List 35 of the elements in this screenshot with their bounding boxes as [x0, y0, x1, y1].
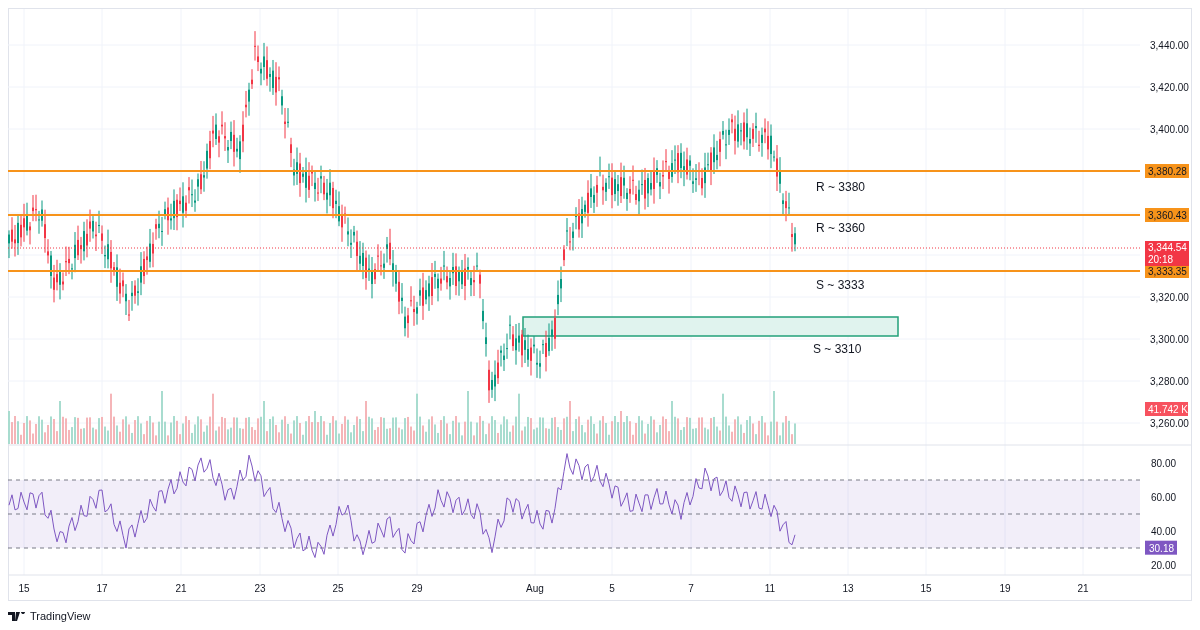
time-axis-label: Aug — [526, 583, 544, 594]
price-level-label: S ~ 3333 — [816, 278, 865, 292]
time-axis-label: 5 — [609, 583, 615, 594]
rsi-axis-label: 40.00 — [1151, 526, 1177, 537]
time-axis-label: 15 — [920, 583, 932, 594]
time-axis-label: 19 — [999, 583, 1011, 594]
time-axis-label: 11 — [764, 583, 776, 594]
price-axis-label: 3,300.00 — [1150, 334, 1189, 345]
price-axis-label: 3,440.00 — [1150, 40, 1189, 51]
time-axis-label: 21 — [175, 583, 187, 594]
time-axis-label: 25 — [332, 583, 344, 594]
time-axis-label: 7 — [688, 583, 694, 594]
price-level-label: R ~ 3380 — [816, 180, 866, 194]
volume-tag: 41.742 K — [1145, 402, 1189, 416]
price-axis-label: 3,420.00 — [1150, 82, 1189, 93]
price-level-tag: 3,360.43 — [1145, 208, 1189, 222]
price-axis-label: 3,400.00 — [1150, 124, 1189, 135]
price-level-tag: 3,380.28 — [1145, 164, 1189, 178]
time-axis-label: 13 — [842, 583, 854, 594]
rsi-axis-label: 20.00 — [1151, 560, 1177, 571]
time-axis-label: 15 — [18, 583, 30, 594]
zone-label: S ~ 3310 — [813, 342, 862, 356]
time-axis-label: 23 — [254, 583, 266, 594]
brand-logo-icon — [8, 611, 26, 621]
price-axis-label: 3,280.00 — [1150, 376, 1189, 387]
time-axis-label: 29 — [411, 583, 423, 594]
time-axis-label: 21 — [1077, 583, 1089, 594]
brand-name: TradingView — [30, 608, 91, 624]
price-axis-label: 3,260.00 — [1150, 418, 1189, 429]
rsi-axis-label: 80.00 — [1151, 458, 1177, 469]
last-price-tag: 3,344.54 20:18 — [1145, 241, 1189, 266]
time-axis-label: 17 — [96, 583, 108, 594]
price-axis-label: 3,320.00 — [1150, 292, 1189, 303]
rsi-axis-label: 60.00 — [1151, 492, 1177, 503]
price-level-label: R ~ 3360 — [816, 221, 866, 235]
